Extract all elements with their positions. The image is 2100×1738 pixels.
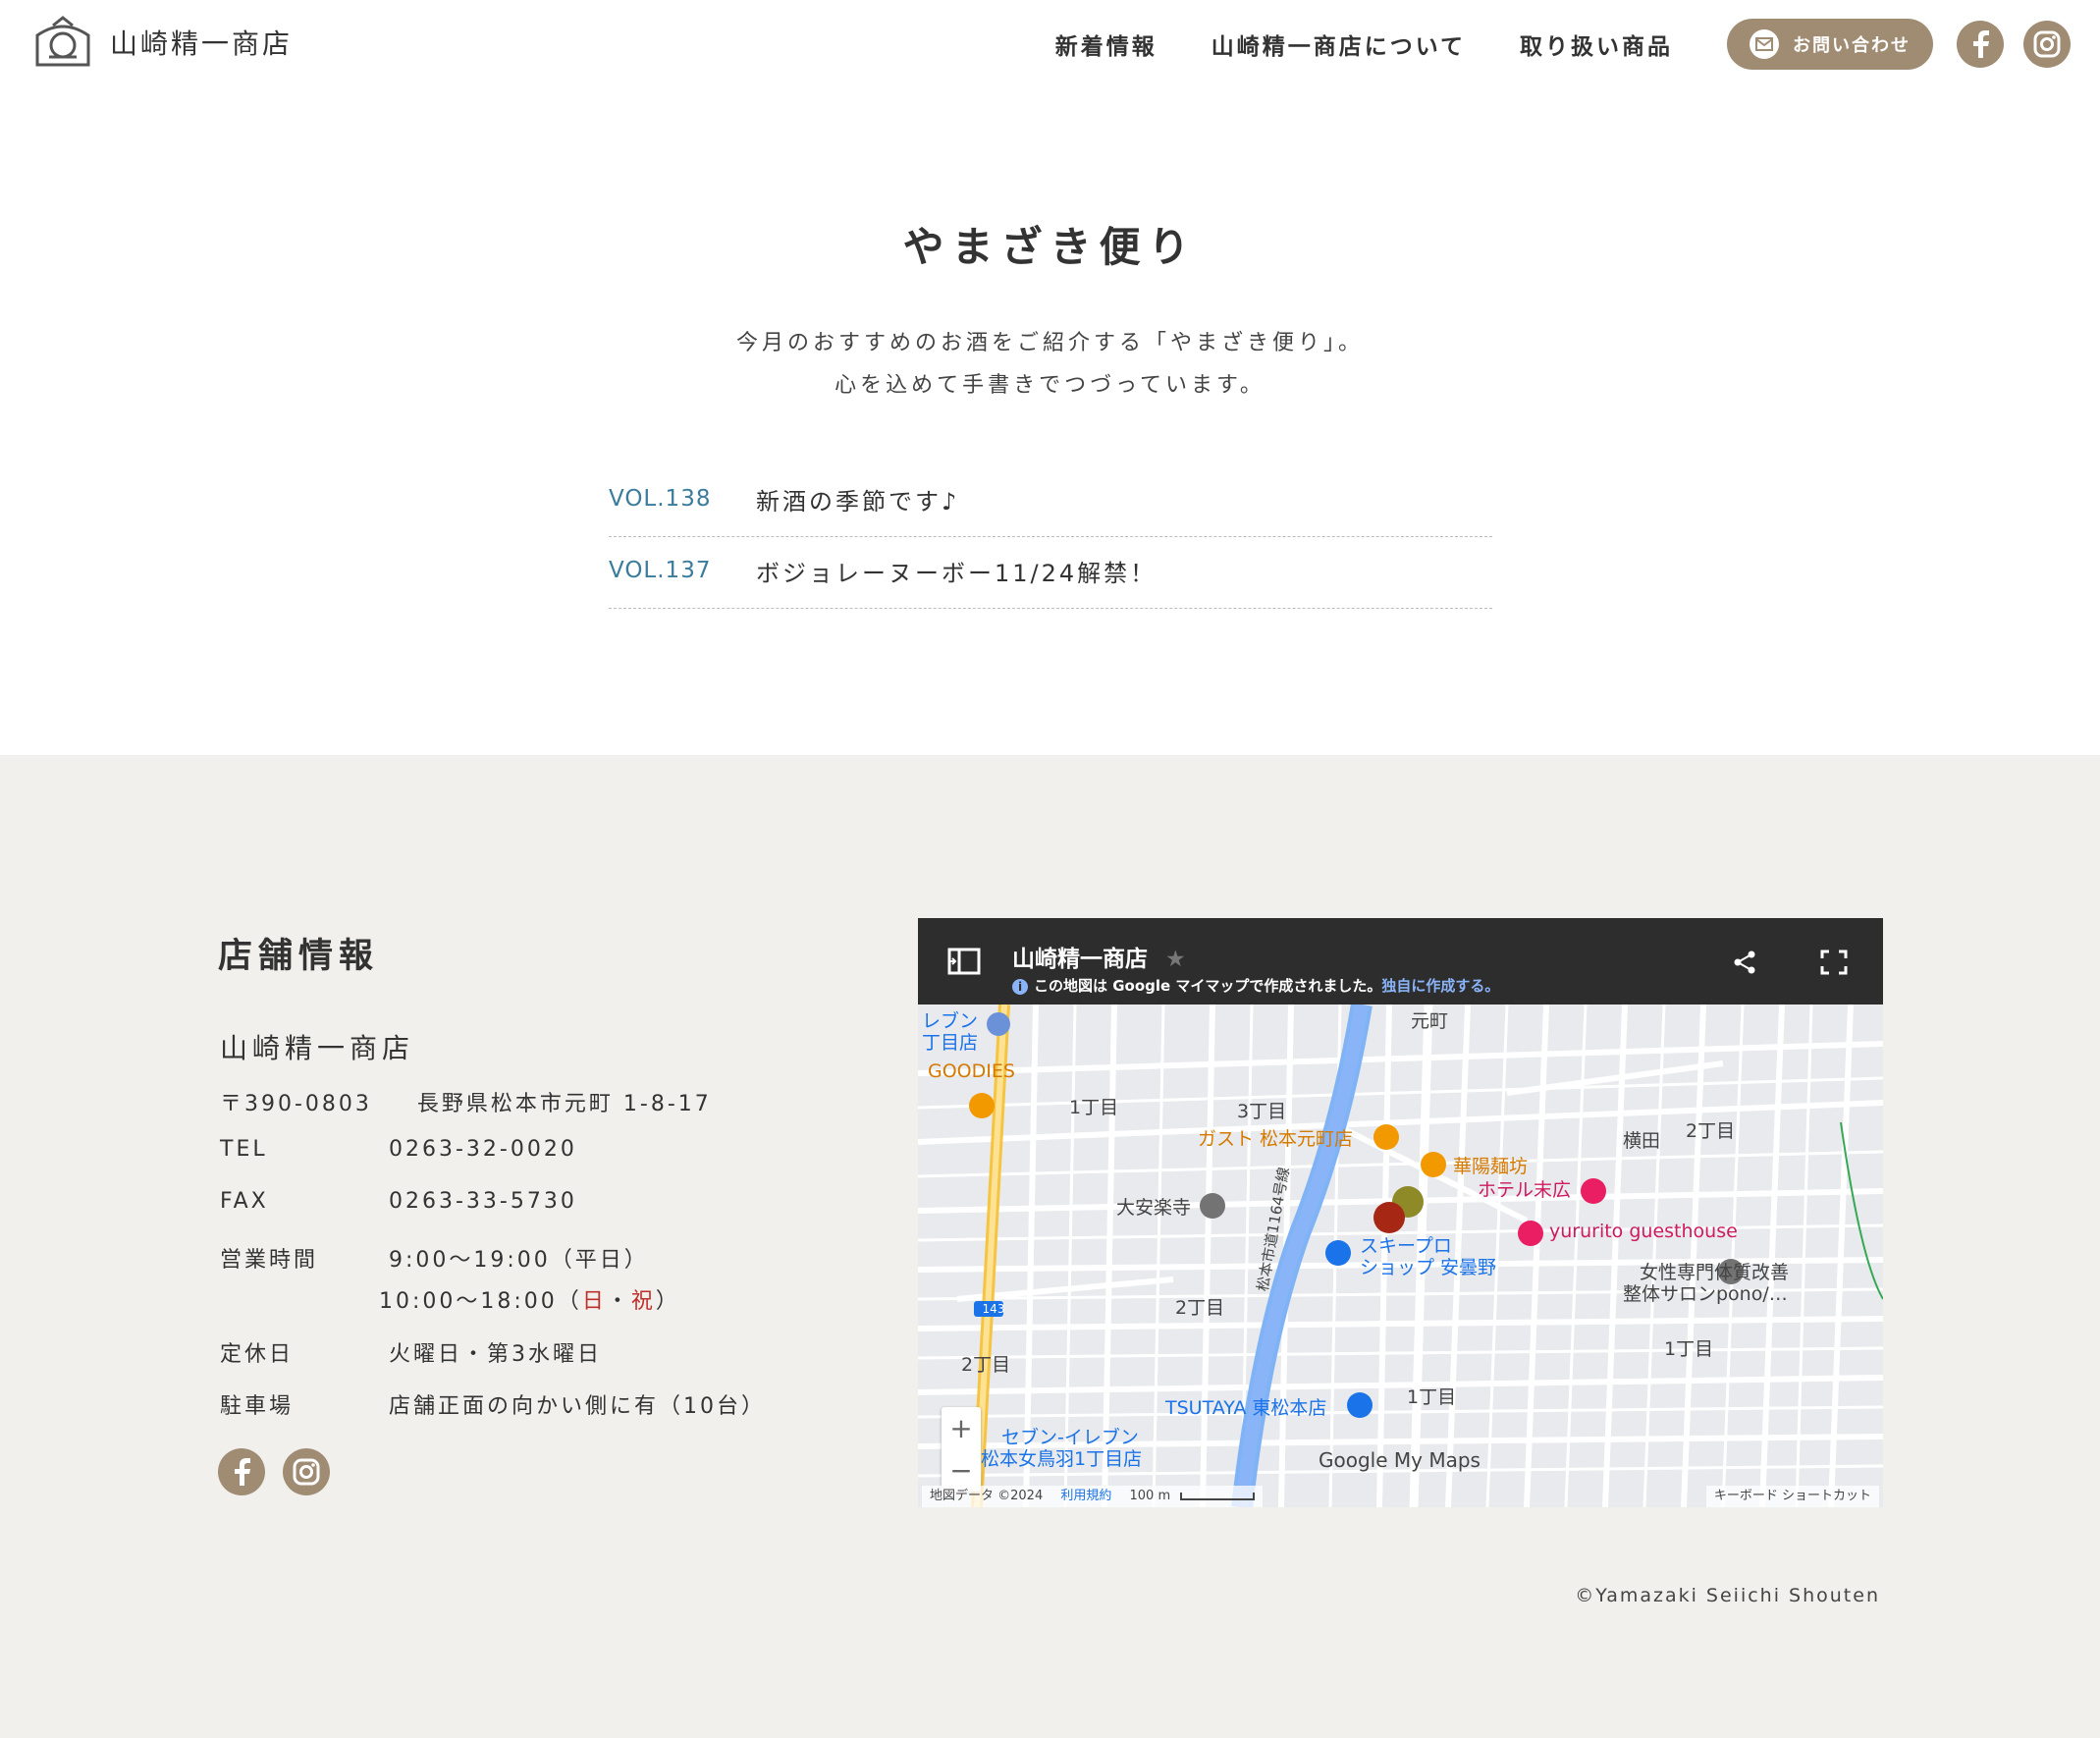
address-text: 長野県松本市元町 1-8-17 (416, 1092, 712, 1116)
nav-products[interactable]: 取り扱い商品 (1520, 27, 1673, 61)
map-title: 山崎精一商店 ★ (1012, 940, 1186, 973)
site-footer: 店舗情報 山崎精一商店 〒390-0803 長野県松本市元町 1-8-17 TE… (0, 755, 2100, 1738)
hours-weekday: 9:00〜19:00（平日） (389, 1248, 649, 1273)
main-nav: 新着情報 山崎精一商店について 取り扱い商品 お問い合わせ (1055, 0, 2100, 88)
letters-list: VOL.138 新酒の季節です♪ VOL.137 ボジョレーヌーボー11/24解… (609, 465, 1492, 609)
map-label: 大安楽寺 (1116, 1197, 1192, 1219)
map-sub-text: この地図は Google マイマップで作成されました。 (1034, 977, 1382, 995)
map-label: 1丁目 (1407, 1386, 1457, 1408)
list-item[interactable]: VOL.137 ボジョレーヌーボー11/24解禁！ (609, 537, 1492, 609)
map-label: 2丁目 (1175, 1297, 1225, 1319)
letter-vol: VOL.138 (609, 486, 712, 512)
map-label: 1丁目 (1664, 1338, 1714, 1360)
scale-bar-icon (1180, 1492, 1256, 1500)
zoom-in-button[interactable]: + (942, 1407, 981, 1449)
shop-parking: 駐車場 店舗正面の向かい側に有（10台） (220, 1388, 766, 1420)
map-label: 松本女鳥羽1丁目店 (981, 1448, 1143, 1470)
map-label: 華陽麺坊 (1453, 1156, 1529, 1177)
parking-value: 店舗正面の向かい側に有（10台） (389, 1394, 766, 1419)
contact-button[interactable]: お問い合わせ (1727, 19, 1933, 70)
footer-social (218, 1448, 348, 1495)
postal-code: 〒390-0803 (220, 1092, 372, 1116)
instagram-icon[interactable] (283, 1448, 330, 1495)
fax-label: FAX (220, 1189, 269, 1214)
map-label: ショップ 安曇野 (1360, 1257, 1497, 1278)
section-title: やまざき便り (902, 223, 1198, 271)
crest-logo-icon (35, 16, 90, 67)
holiday-national: 祝 (630, 1289, 656, 1314)
facebook-icon[interactable] (218, 1448, 265, 1495)
info-icon: i (1012, 979, 1028, 995)
map-shortcuts[interactable]: キーボード ショートカット (1705, 1486, 1879, 1507)
facebook-icon[interactable] (1957, 21, 2004, 68)
map-label: 丁目店 (922, 1032, 979, 1054)
copyright: ©Yamazaki Seiichi Shouten (1575, 1585, 1880, 1606)
map-scale: 100 m (1129, 1489, 1171, 1503)
map-subtitle: i この地図は Google マイマップで作成されました。独自に作成する。 (1012, 975, 1499, 996)
map-terms-link[interactable]: 利用規約 (1060, 1489, 1111, 1503)
site-header: 山崎精一商店 新着情報 山崎精一商店について 取り扱い商品 お問い合わせ (0, 0, 2100, 88)
holiday-close: ） (655, 1289, 680, 1314)
map-label: 横田 (1623, 1130, 1661, 1152)
lead-line-2: 心を込めて手書きでつづっています。 (835, 373, 1265, 398)
map-label: 元町 (1411, 1010, 1449, 1032)
shop-closed: 定休日 火曜日・第3水曜日 (220, 1336, 602, 1368)
tel-value[interactable]: 0263-32-0020 (389, 1137, 577, 1162)
share-icon[interactable] (1732, 950, 1757, 975)
nav-news[interactable]: 新着情報 (1055, 27, 1158, 61)
map-label: ホテル末広 (1478, 1179, 1572, 1201)
closed-label: 定休日 (220, 1342, 295, 1367)
embedded-map[interactable]: 山崎精一商店 ★ i この地図は Google マイマップで作成されました。独自に… (918, 918, 1883, 1507)
logo-text: 山崎精一商店 (110, 27, 294, 60)
lead-line-1: 今月のおすすめのお酒をご紹介する「やまざき便り」。 (735, 331, 1364, 355)
letter-vol: VOL.137 (609, 558, 712, 583)
map-data-credit: 地図データ ©2024 (930, 1489, 1044, 1503)
shop-tel: TEL 0263-32-0020 (220, 1137, 577, 1162)
holiday-sunday: 日 (581, 1289, 607, 1314)
map-create-link[interactable]: 独自に作成する。 (1381, 977, 1499, 995)
map-label: TSUTAYA 東松本店 (1165, 1397, 1327, 1419)
shop-fax: FAX 0263-33-5730 (220, 1189, 577, 1214)
map-canvas[interactable]: レブン 丁目店 GOODIES 1丁目 3丁目 元町 ガスト 松本元町店 華陽麺… (918, 1005, 1883, 1507)
map-label: GOODIES (928, 1060, 1015, 1082)
contact-button-label: お問い合わせ (1793, 35, 1911, 56)
zoom-control: + − (942, 1407, 981, 1492)
nav-about[interactable]: 山崎精一商店について (1212, 27, 1466, 61)
map-label: ガスト 松本元町店 (1198, 1128, 1354, 1150)
shop-hours-holiday: 10:00〜18:00（日・祝） (379, 1283, 680, 1315)
map-label: yururito guesthouse (1549, 1221, 1738, 1242)
site-logo[interactable]: 山崎精一商店 (29, 14, 293, 71)
tel-label: TEL (220, 1137, 268, 1162)
map-attribution: 地図データ ©2024 利用規約 100 m (922, 1486, 1264, 1507)
shop-heading: 店舗情報 (218, 937, 380, 976)
hours-label: 営業時間 (220, 1248, 319, 1273)
parking-label: 駐車場 (220, 1394, 295, 1419)
map-label: 整体サロンpono/… (1623, 1283, 1788, 1305)
map-header: 山崎精一商店 ★ i この地図は Google マイマップで作成されました。独自に… (918, 918, 1883, 1005)
google-mymaps-logo: Google My Maps (1319, 1448, 1481, 1472)
closed-value: 火曜日・第3水曜日 (389, 1342, 602, 1367)
map-label: 2丁目 (1686, 1120, 1736, 1142)
fax-value: 0263-33-5730 (389, 1189, 577, 1214)
shop-name: 山崎精一商店 (220, 1032, 415, 1064)
map-title-text: 山崎精一商店 (1012, 947, 1148, 972)
instagram-icon[interactable] (2023, 21, 2071, 68)
map-label: 1丁目 (1069, 1097, 1119, 1118)
mail-icon (1750, 29, 1779, 59)
letter-title: ボジョレーヌーボー11/24解禁！ (756, 559, 1158, 587)
map-label: 2丁目 (961, 1354, 1011, 1376)
hours-holiday-time: 10:00〜18:00（ (379, 1289, 582, 1314)
section-lead: 今月のおすすめのお酒をご紹介する「やまざき便り」。 心を込めて手書きでつづってい… (0, 322, 2100, 407)
shop-hours: 営業時間 9:00〜19:00（平日） (220, 1242, 649, 1274)
fullscreen-icon[interactable] (1820, 950, 1848, 975)
letter-title: 新酒の季節です♪ (756, 487, 960, 516)
holiday-separator: ・ (606, 1289, 631, 1314)
map-label: 3丁目 (1237, 1101, 1287, 1122)
sidebar-toggle-icon[interactable] (947, 948, 981, 975)
route-shield: 143 (982, 1302, 1005, 1316)
list-item[interactable]: VOL.138 新酒の季節です♪ (609, 465, 1492, 537)
shop-address: 〒390-0803 長野県松本市元町 1-8-17 (220, 1086, 712, 1117)
star-icon[interactable]: ★ (1165, 947, 1186, 972)
